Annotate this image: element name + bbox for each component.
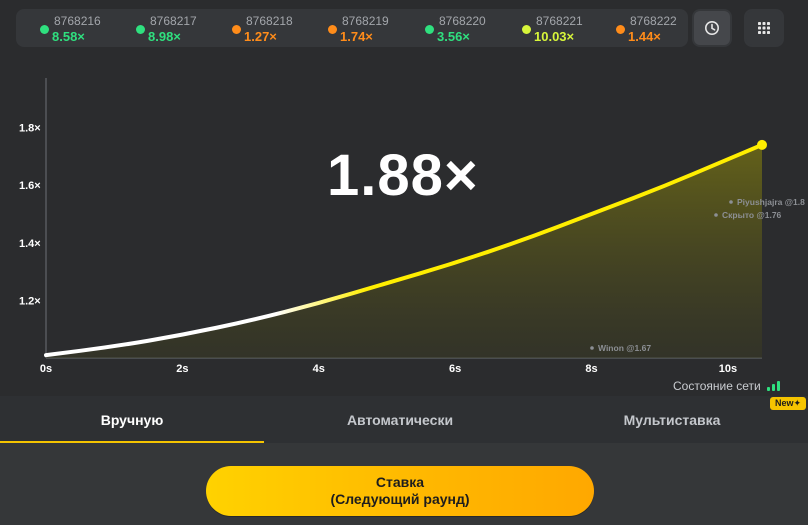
network-status: Состояние сети [673, 379, 780, 393]
y-tick-label: 1.2× [19, 295, 41, 307]
cashout-dot [714, 213, 718, 217]
round-id: 8768220 [439, 14, 486, 28]
cashout-label: Скрыто @1.76 [722, 210, 782, 220]
menu-button[interactable] [744, 9, 784, 47]
current-multiplier: 1.88× [327, 143, 479, 208]
cashout-label: Winon @1.67 [598, 343, 651, 353]
history-item[interactable]: 8768218 1.27× [218, 12, 308, 46]
round-id: 8768217 [150, 14, 197, 28]
x-tick-label: 4s [313, 363, 325, 375]
tab-manual[interactable]: Вручную [0, 396, 264, 443]
x-tick-label: 0s [40, 363, 52, 375]
round-multiplier: 8.58× [52, 29, 85, 44]
history-item[interactable]: 8768219 1.74× [314, 12, 404, 46]
y-tick-label: 1.8× [19, 123, 41, 135]
cashout-label: Piyushjajra @1.8 [737, 197, 805, 207]
grid-icon [758, 22, 770, 34]
round-multiplier: 10.03× [534, 29, 575, 44]
bet-button-label: Ставка [375, 474, 425, 490]
bet-button-sublabel: (Следующий раунд) [330, 491, 470, 507]
y-tick-label: 1.4× [19, 238, 41, 250]
round-multiplier: 8.98× [148, 29, 181, 44]
y-tick-labels: 1.2× 1.4× 1.6× 1.8× [19, 123, 41, 308]
tab-auto[interactable]: Автоматически [264, 396, 536, 443]
network-status-label: Состояние сети [673, 379, 761, 393]
status-dot [522, 25, 531, 34]
x-tick-label: 2s [176, 363, 188, 375]
y-tick-label: 1.6× [19, 180, 41, 192]
status-dot [40, 25, 49, 34]
status-dot [328, 25, 337, 34]
round-history-bar: 8768216 8.58× 8768217 8.98× 8768218 1.27… [16, 9, 688, 47]
new-badge: New✦ [770, 397, 806, 410]
round-multiplier: 1.27× [244, 29, 277, 44]
round-id: 8768218 [246, 14, 293, 28]
curve-endpoint [757, 139, 767, 150]
x-tick-label: 8s [585, 363, 597, 375]
x-tick-label: 6s [449, 363, 461, 375]
round-multiplier: 1.44× [628, 29, 661, 44]
round-multiplier: 3.56× [437, 29, 470, 44]
x-tick-labels: 0s 2s 4s 6s 8s 10s [40, 363, 737, 375]
history-item[interactable]: 8768221 10.03× [508, 12, 598, 46]
history-item[interactable]: 8768220 3.56× [411, 12, 501, 46]
signal-icon [766, 381, 780, 391]
cashout-dot [729, 200, 733, 204]
round-id: 8768221 [536, 14, 583, 28]
cashout-dot [590, 346, 594, 350]
x-tick-label: 10s [719, 363, 737, 375]
status-dot [232, 25, 241, 34]
tab-multibet[interactable]: Мультиставка [536, 396, 808, 443]
status-dot [616, 25, 625, 34]
history-item[interactable]: 8768222 1.44× [602, 12, 692, 46]
round-id: 8768216 [54, 14, 101, 28]
status-dot [136, 25, 145, 34]
round-id: 8768222 [630, 14, 677, 28]
history-item[interactable]: 8768217 8.98× [122, 12, 212, 46]
bet-mode-tabs: Вручную Автоматически Мультиставка [0, 396, 808, 443]
multiplier-chart: 1.2× 1.4× 1.6× 1.8× 0s 2s 4s 6s 8s 10s Piyushjaj… [19, 78, 805, 375]
place-bet-button[interactable]: Ставка (Следующий раунд) [206, 466, 594, 516]
round-multiplier: 1.74× [340, 29, 373, 44]
history-item[interactable]: 8768216 8.58× [26, 12, 116, 46]
round-id: 8768219 [342, 14, 389, 28]
history-button[interactable] [692, 9, 732, 47]
status-dot [425, 25, 434, 34]
clock-icon [705, 21, 719, 35]
